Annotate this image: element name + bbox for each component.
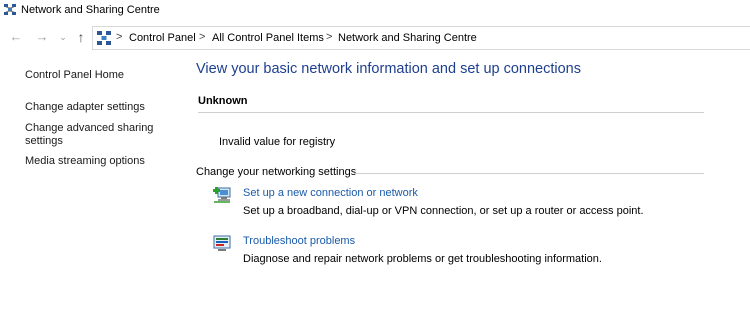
navigation-bar: ← → ⌄ ↑ > Control Panel > All Control Pa…: [0, 26, 750, 50]
section-title: Change your networking settings: [196, 166, 357, 178]
page-title: View your basic network information and …: [196, 61, 582, 77]
title-bar: Network and Sharing Centre: [0, 0, 750, 22]
breadcrumb-separator-icon: >: [116, 31, 123, 43]
sidebar-item-change-advanced-sharing-settings[interactable]: Change advanced sharing: [25, 122, 153, 135]
address-bar[interactable]: > Control Panel > All Control Panel Item…: [92, 26, 750, 50]
network-name: Unknown: [198, 95, 248, 107]
registry-message: Invalid value for registry: [219, 136, 336, 148]
breadcrumb-separator-icon: >: [199, 31, 206, 43]
sidebar-item-control-panel-home[interactable]: Control Panel Home: [25, 69, 124, 82]
breadcrumb-network-and-sharing-centre[interactable]: Network and Sharing Centre: [338, 32, 477, 44]
new-connection-icon: [213, 187, 231, 203]
network-sharing-centre-icon: [4, 4, 16, 15]
forward-arrow-icon[interactable]: →: [34, 29, 50, 45]
breadcrumb-control-panel[interactable]: Control Panel: [129, 32, 196, 44]
up-arrow-icon[interactable]: ↑: [73, 29, 89, 45]
setup-new-connection-description: Set up a broadband, dial-up or VPN conne…: [243, 205, 644, 217]
troubleshoot-icon: [213, 235, 231, 251]
breadcrumb-separator-icon: >: [326, 31, 333, 43]
sidebar-item-change-adapter-settings[interactable]: Change adapter settings: [25, 101, 145, 114]
sidebar-item-change-advanced-sharing-settings-line2[interactable]: settings: [25, 135, 63, 148]
troubleshoot-problems-link[interactable]: Troubleshoot problems: [243, 235, 355, 247]
divider: [354, 173, 704, 174]
breadcrumb-all-control-panel-items[interactable]: All Control Panel Items: [212, 32, 324, 44]
setup-new-connection-link[interactable]: Set up a new connection or network: [243, 187, 418, 199]
back-arrow-icon[interactable]: ←: [8, 29, 24, 45]
divider: [198, 112, 704, 113]
recent-locations-chevron-icon[interactable]: ⌄: [55, 29, 71, 45]
sidebar-item-media-streaming-options[interactable]: Media streaming options: [25, 155, 145, 168]
troubleshoot-problems-description: Diagnose and repair network problems or …: [243, 253, 602, 265]
control-panel-location-icon: [97, 31, 111, 45]
window-title: Network and Sharing Centre: [21, 4, 160, 16]
